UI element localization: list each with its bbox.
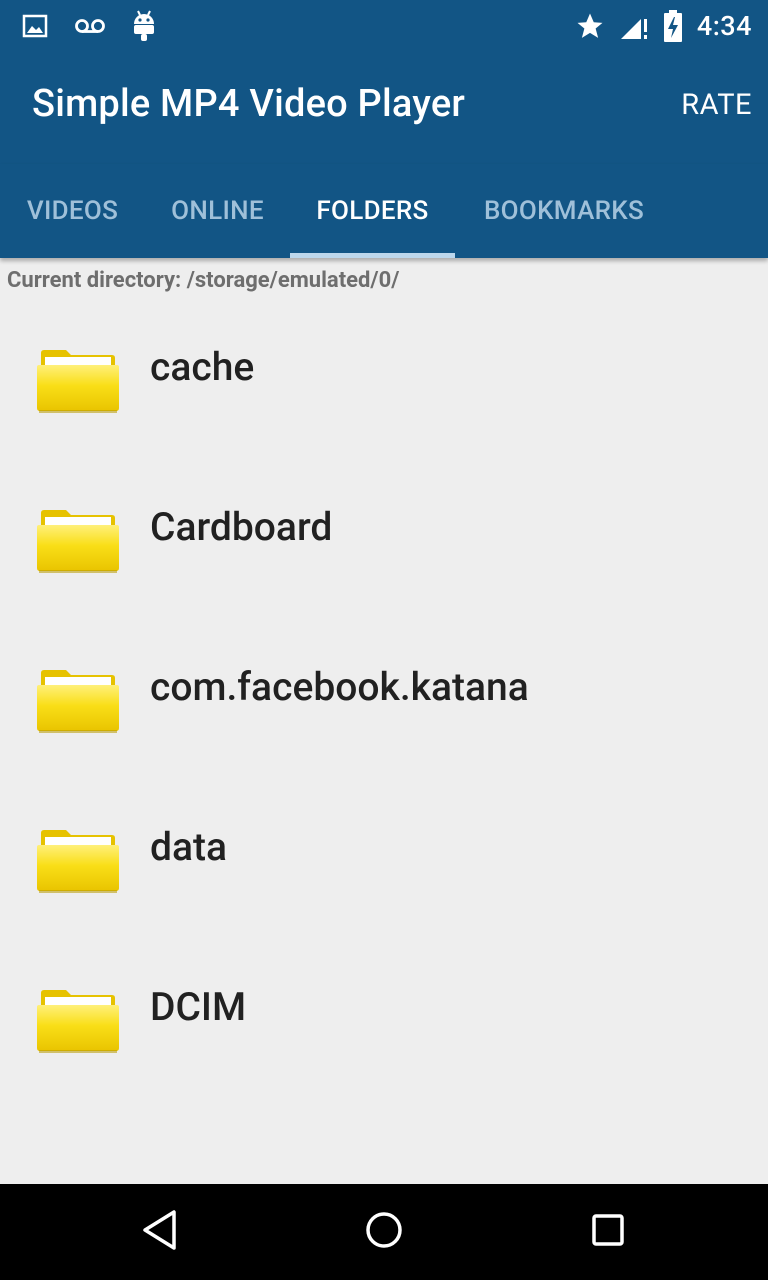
recents-button[interactable]: [584, 1208, 632, 1256]
folder-icon: [36, 348, 120, 418]
app-title: Simple MP4 Video Player: [32, 82, 466, 126]
tab-videos[interactable]: VIDEOS: [0, 164, 145, 258]
folder-item-com-facebook-katana[interactable]: com.facebook.katana: [0, 608, 768, 768]
back-icon: [140, 1209, 180, 1255]
recents-icon: [590, 1212, 626, 1252]
battery-icon: [663, 9, 683, 43]
image-icon: [22, 13, 48, 39]
back-button[interactable]: [136, 1208, 184, 1256]
android-icon: [132, 10, 156, 42]
home-button[interactable]: [360, 1208, 408, 1256]
status-bar: 4:34: [0, 0, 768, 52]
navigation-bar: [0, 1184, 768, 1280]
tab-bookmarks[interactable]: BOOKMARKS: [455, 164, 673, 258]
voicemail-icon: [74, 16, 106, 36]
app-bar: Simple MP4 Video Player RATE: [0, 52, 768, 164]
star-icon: [575, 11, 605, 41]
clock-time: 4:34: [696, 10, 752, 42]
folder-item-data[interactable]: data: [0, 768, 768, 928]
rate-button[interactable]: RATE: [681, 88, 752, 122]
folder-icon: [36, 988, 120, 1058]
folder-item-dcim[interactable]: DCIM: [0, 928, 768, 1088]
folder-name: cache: [150, 344, 255, 390]
folder-item-cardboard[interactable]: Cardboard: [0, 448, 768, 608]
folder-name: com.facebook.katana: [150, 664, 529, 710]
tab-folders[interactable]: FOLDERS: [290, 164, 455, 258]
folder-name: data: [150, 824, 228, 870]
folder-icon: [36, 668, 120, 738]
home-icon: [364, 1210, 404, 1254]
tab-indicator: [290, 253, 455, 258]
folder-item-cache[interactable]: cache: [0, 288, 768, 448]
signal-icon: [619, 11, 649, 41]
tab-online[interactable]: ONLINE: [145, 164, 290, 258]
folder-icon: [36, 828, 120, 898]
folder-name: Cardboard: [150, 504, 333, 550]
folder-name: DCIM: [150, 984, 247, 1030]
folder-icon: [36, 508, 120, 578]
tab-bar: VIDEOS ONLINE FOLDERS BOOKMARKS: [0, 164, 768, 258]
